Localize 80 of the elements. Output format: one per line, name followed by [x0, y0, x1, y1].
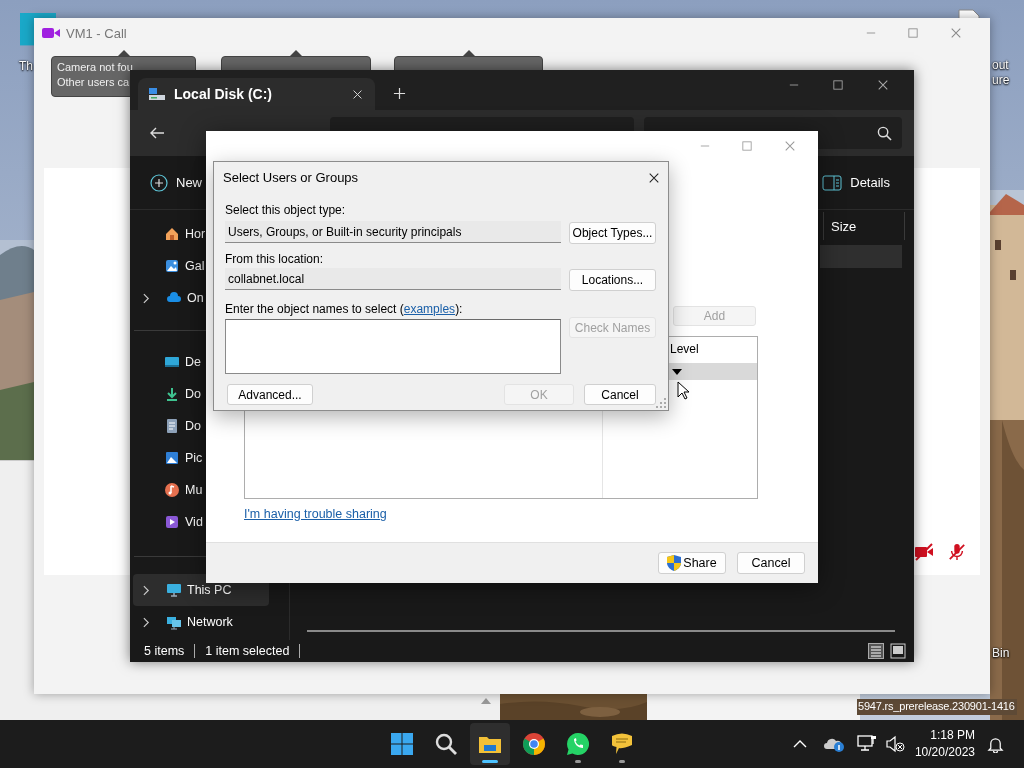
close-icon	[784, 140, 796, 152]
sidebar-item[interactable]: Do	[133, 410, 201, 442]
field-label: Enter the object names to select (examples):	[225, 302, 464, 316]
close-icon	[877, 79, 889, 91]
share-button[interactable]: Share	[658, 552, 726, 574]
cancel-button[interactable]: Cancel	[584, 384, 656, 405]
cursor-icon	[677, 381, 689, 400]
examples-link[interactable]: examples	[403, 302, 456, 316]
window-title: VM1 - Call	[66, 25, 127, 41]
drive-icon	[148, 86, 166, 102]
music-icon	[164, 482, 180, 498]
search-icon	[877, 125, 892, 141]
new-button[interactable]: New	[150, 173, 202, 192]
back-icon[interactable]	[149, 125, 165, 141]
icon-label: Th	[19, 59, 33, 74]
object-names-field[interactable]	[225, 319, 561, 374]
sidebar-item[interactable]: Gal	[133, 250, 205, 282]
computer-icon	[166, 582, 182, 598]
field-label: Select this object type:	[225, 203, 347, 217]
help-link[interactable]: I'm having trouble sharing	[244, 507, 387, 521]
cancel-button[interactable]: Cancel	[737, 552, 805, 574]
close-icon	[950, 27, 962, 39]
status-text: 5 items	[144, 644, 196, 658]
download-icon	[164, 386, 180, 402]
sidebar-item[interactable]: De	[133, 346, 201, 378]
details-view-icon[interactable]	[868, 643, 884, 659]
sidebar-item[interactable]: On	[133, 282, 204, 314]
maximize-icon	[908, 28, 918, 38]
maximize-icon	[742, 141, 752, 151]
close-icon[interactable]	[648, 171, 660, 184]
location-field: collabnet.local	[225, 268, 561, 290]
speaker-muted-icon[interactable]	[884, 735, 905, 753]
picture-icon	[164, 450, 180, 466]
sidebar-item[interactable]: Network	[133, 606, 233, 638]
sidebar-item[interactable]: Vid	[133, 506, 203, 538]
document-icon	[164, 418, 180, 434]
object-types-button[interactable]: Object Types...	[569, 222, 656, 244]
details-pane-icon	[822, 174, 843, 191]
sidebar-item[interactable]: Pic	[133, 442, 203, 474]
maximize-icon	[833, 80, 843, 90]
start-icon	[390, 732, 414, 756]
chevron-up-icon[interactable]	[792, 740, 807, 748]
search-icon	[434, 732, 458, 756]
network-icon	[166, 614, 182, 630]
video-icon	[164, 514, 180, 530]
advanced-button[interactable]: Advanced...	[227, 384, 313, 405]
speech-bubble-icon	[610, 732, 634, 756]
bell-icon[interactable]	[987, 735, 1004, 753]
gallery-icon	[164, 258, 180, 274]
sidebar-item[interactable]: Do	[133, 378, 201, 410]
add-circle-icon	[150, 173, 168, 192]
camera-icon	[42, 27, 60, 39]
status-text: 1 item selected	[205, 644, 301, 658]
scroll-up-icon	[481, 698, 491, 704]
chrome-icon	[522, 732, 546, 756]
build-info: 5947.rs_prerelease.230901-1416	[857, 699, 1017, 715]
details-button[interactable]: Details	[822, 174, 890, 191]
column-header: Level	[670, 342, 699, 356]
tiles-view-icon[interactable]	[890, 643, 906, 659]
dialog-title: Select Users or Groups	[223, 170, 360, 185]
taskbar-button[interactable]	[470, 723, 510, 765]
add-tab-icon[interactable]	[393, 87, 406, 100]
tab[interactable]: Local Disk (C:)	[138, 78, 375, 110]
clock[interactable]: 1:18 PM 10/20/2023	[914, 727, 975, 761]
sidebar-item[interactable]: Hor	[133, 218, 206, 250]
monitor-icon	[164, 354, 180, 370]
house-icon	[164, 226, 180, 242]
dropdown-arrow-icon	[672, 368, 682, 375]
icon-label: Bin	[992, 646, 1010, 661]
locations-button[interactable]: Locations...	[569, 269, 656, 291]
icon-label: out ure	[992, 58, 1010, 88]
scrollbar[interactable]	[307, 630, 895, 632]
object-type-field: Users, Groups, or Built-in security principals	[225, 221, 561, 243]
field-label: From this location:	[225, 252, 325, 266]
column-header[interactable]: Size	[823, 212, 905, 240]
shield-icon	[667, 555, 682, 571]
network-icon[interactable]	[856, 735, 877, 753]
resize-grip-icon	[656, 398, 666, 408]
sidebar-item[interactable]: Mu	[133, 474, 203, 506]
chat-bubble-icon	[566, 732, 590, 756]
